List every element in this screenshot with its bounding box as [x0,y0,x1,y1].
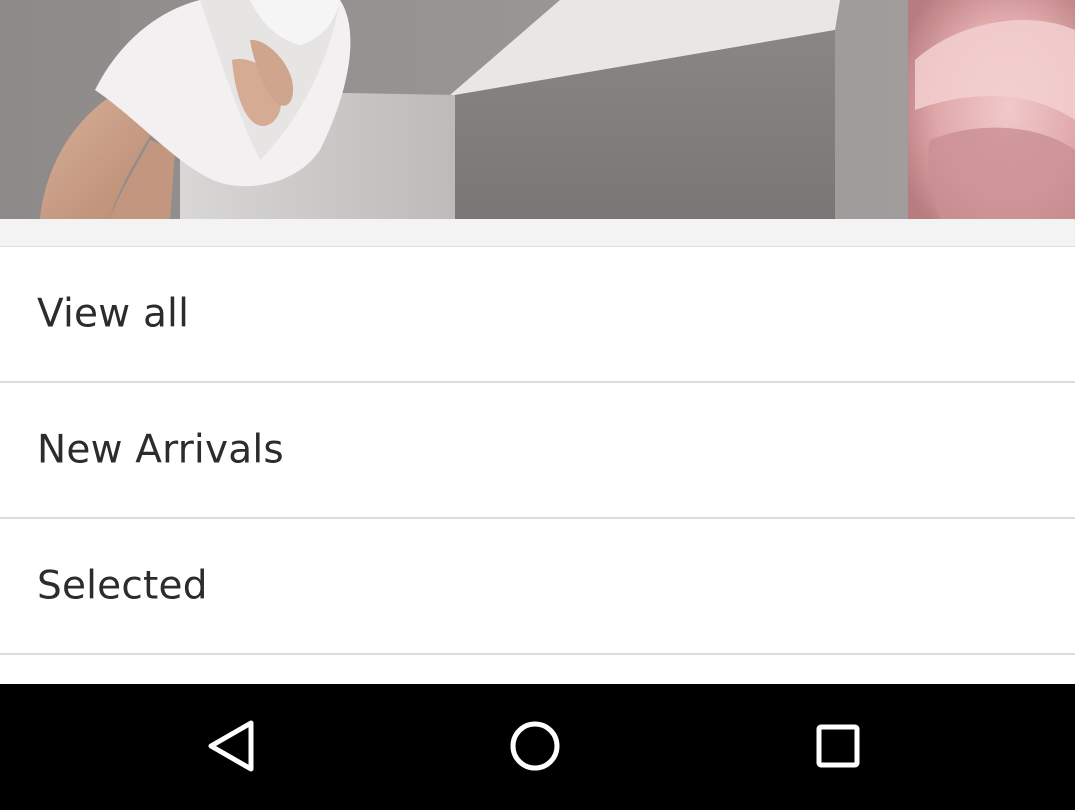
section-divider [0,219,1075,247]
back-button[interactable] [201,714,265,778]
category-item-new-arrivals[interactable]: New Arrivals [0,383,1075,519]
category-label: Selected [37,563,208,609]
hero-image [0,0,1075,219]
system-nav-bar [0,684,1075,810]
category-label: View all [37,291,190,337]
hero-banner[interactable] [0,0,1075,219]
category-label: New Arrivals [37,427,284,473]
recents-button[interactable] [806,714,870,778]
category-list: View all New Arrivals Selected [0,247,1075,655]
category-item-selected[interactable]: Selected [0,519,1075,655]
app-screen: View all New Arrivals Selected [0,0,1075,810]
category-item-view-all[interactable]: View all [0,247,1075,383]
back-icon [208,720,254,772]
home-icon [510,721,560,771]
home-button[interactable] [503,714,567,778]
recents-icon [816,724,860,768]
